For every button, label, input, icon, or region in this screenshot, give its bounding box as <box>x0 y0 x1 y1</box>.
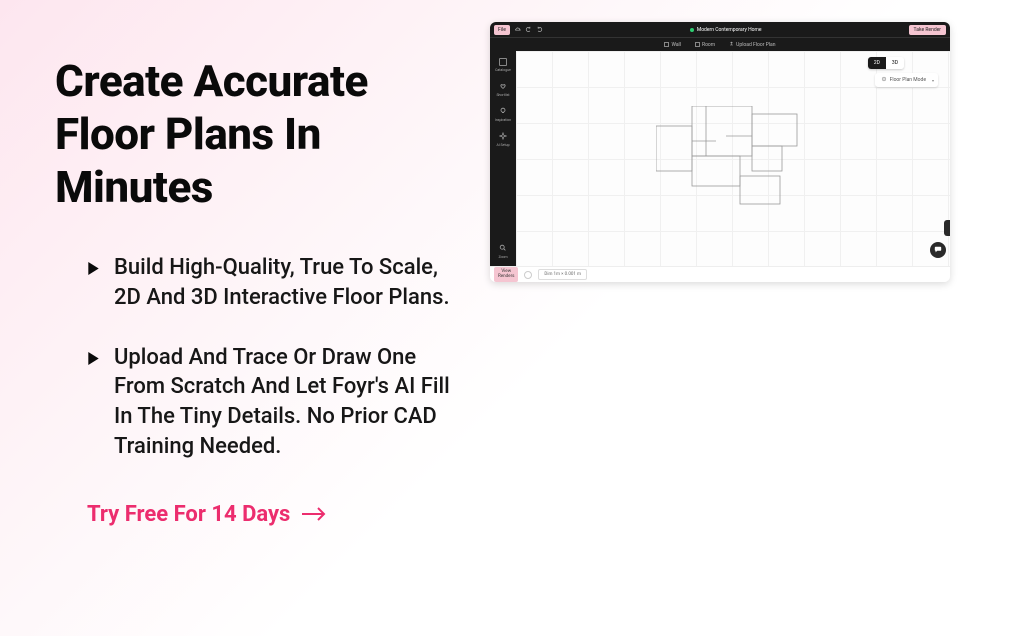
play-bullet-icon <box>87 350 100 369</box>
view-renders-button[interactable]: View Renders <box>494 267 518 282</box>
toolbar-wall-label: Wall <box>671 42 681 48</box>
redo-icon[interactable] <box>536 26 543 33</box>
app-topbar: File Modern Contemporary Home Take Rende… <box>490 22 950 37</box>
sidebar-inspiration-label: Inspiration <box>495 118 511 122</box>
chat-help-button[interactable] <box>930 242 946 258</box>
toolbar-upload-button[interactable]: Upload Floor Plan <box>729 41 775 48</box>
project-name-label: Modern Contemporary Home <box>697 27 762 33</box>
arrow-right-icon <box>300 506 328 522</box>
sidebar-item-inspiration[interactable]: Inspiration <box>492 104 514 125</box>
hero-headline: Create Accurate Floor Plans In Minutes <box>55 55 450 213</box>
bullet-item: Upload And Trace Or Draw One From Scratc… <box>87 343 450 462</box>
cloud-save-icon[interactable] <box>514 26 521 33</box>
bullet-text: Upload And Trace Or Draw One From Scratc… <box>114 343 450 462</box>
side-panel-tab[interactable] <box>944 220 950 236</box>
hero-section: Create Accurate Floor Plans In Minutes B… <box>0 0 480 636</box>
app-toolbar: Wall Room Upload Floor Plan <box>490 37 950 51</box>
play-bullet-icon <box>87 260 100 279</box>
undo-icon[interactable] <box>525 26 532 33</box>
view-3d-button[interactable]: 3D <box>886 57 904 69</box>
canvas-area[interactable]: 2D 3D Floor Plan Mode ▾ <box>516 51 950 266</box>
floorplan-drawing <box>656 106 806 216</box>
view-toggle: 2D 3D <box>868 57 904 69</box>
sidebar-item-ai-setup[interactable]: AI Setup <box>492 129 514 150</box>
toolbar-wall-button[interactable]: Wall <box>664 42 681 48</box>
app-preview-column: File Modern Contemporary Home Take Rende… <box>480 0 1024 636</box>
sidebar-item-catalogue[interactable]: Catalogue <box>492 55 514 75</box>
dimensions-button[interactable]: Dim 1m × 0.001 m <box>538 269 587 280</box>
toolbar-room-button[interactable]: Room <box>695 42 715 48</box>
app-body: Catalogue Shortlist Inspiration <box>490 51 950 266</box>
wall-icon <box>664 42 669 47</box>
ai-icon <box>499 132 507 141</box>
bullet-text: Build High-Quality, True To Scale, 2D An… <box>114 253 450 312</box>
zoom-icon <box>499 244 507 253</box>
feature-bullets: Build High-Quality, True To Scale, 2D An… <box>55 253 450 461</box>
bullet-item: Build High-Quality, True To Scale, 2D An… <box>87 253 450 312</box>
sidebar-ai-label: AI Setup <box>496 143 509 147</box>
floorplan-app-preview: File Modern Contemporary Home Take Rende… <box>490 22 950 282</box>
bulb-icon <box>499 107 507 116</box>
status-dot-icon <box>690 28 694 32</box>
upload-icon <box>729 41 734 48</box>
mode-dropdown[interactable]: Floor Plan Mode ▾ <box>875 73 938 87</box>
sidebar-item-zoom[interactable]: Zoom <box>492 241 514 262</box>
toolbar-room-label: Room <box>702 42 715 48</box>
room-icon <box>695 42 700 47</box>
target-icon <box>881 76 887 84</box>
take-render-button[interactable]: Take Render <box>909 25 946 35</box>
app-sidebar: Catalogue Shortlist Inspiration <box>490 51 516 266</box>
catalogue-icon <box>499 58 507 66</box>
cta-try-free-link[interactable]: Try Free For 14 Days <box>87 502 328 527</box>
toolbar-upload-label: Upload Floor Plan <box>736 42 775 48</box>
mode-label: Floor Plan Mode <box>890 77 926 83</box>
file-menu-button[interactable]: File <box>494 25 510 35</box>
heart-icon <box>499 82 507 91</box>
project-title: Modern Contemporary Home <box>690 27 762 33</box>
sidebar-catalogue-label: Catalogue <box>495 68 511 72</box>
cta-label: Try Free For 14 Days <box>87 502 290 527</box>
info-icon[interactable] <box>524 271 532 279</box>
view-2d-button[interactable]: 2D <box>868 57 886 69</box>
topbar-left-group: File <box>494 25 543 35</box>
sidebar-shortlist-label: Shortlist <box>496 93 509 97</box>
chevron-down-icon: ▾ <box>932 78 934 83</box>
sidebar-zoom-label: Zoom <box>498 255 507 259</box>
app-bottombar: View Renders Dim 1m × 0.001 m <box>490 266 950 282</box>
sidebar-item-shortlist[interactable]: Shortlist <box>492 79 514 100</box>
